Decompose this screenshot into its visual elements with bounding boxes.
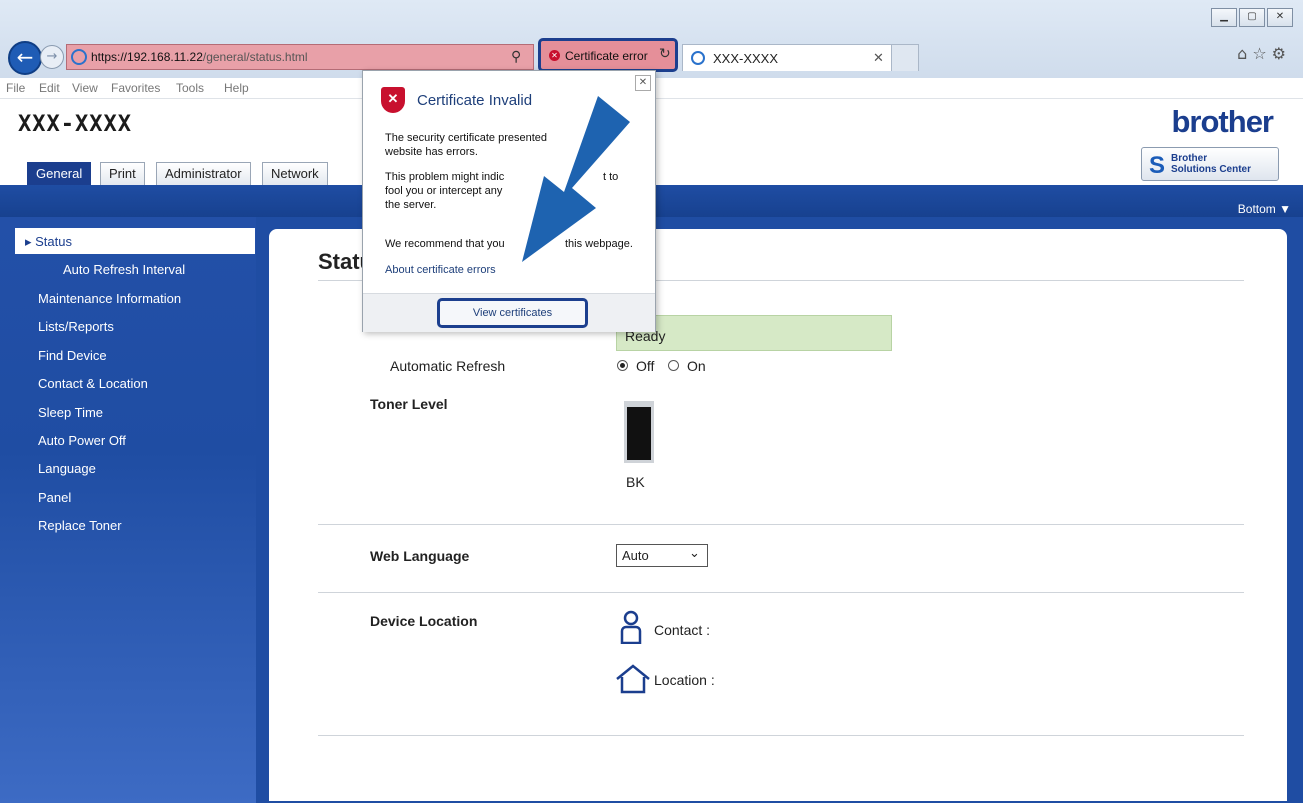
- sidebar-item-panel[interactable]: Panel: [38, 490, 71, 505]
- menu-view[interactable]: View: [72, 81, 98, 95]
- popup-text-line: This problem might indic: [385, 171, 505, 183]
- popup-text-line: website has errors.: [385, 146, 478, 158]
- url-host: https://192.168.11.22: [91, 50, 203, 64]
- menu-file[interactable]: File: [6, 81, 25, 95]
- sidebar-item-maintenance-information[interactable]: Maintenance Information: [38, 291, 181, 306]
- device-location-label: Device Location: [370, 613, 478, 629]
- sidebar-item-label: ▸ Status: [25, 234, 72, 249]
- popup-text-line: We recommend that you: [385, 238, 505, 250]
- popup-text-line: fool you or intercept any: [385, 185, 503, 197]
- new-tab-button[interactable]: [891, 44, 919, 71]
- tab-administrator[interactable]: Administrator: [156, 162, 251, 185]
- tab-close-icon[interactable]: ✕: [873, 50, 884, 66]
- toolbar-icons: ⌂☆⚙: [1237, 44, 1291, 63]
- home-icon[interactable]: ⌂: [1237, 44, 1252, 63]
- ie-icon: [691, 51, 705, 65]
- tab-general[interactable]: General: [27, 162, 92, 185]
- sidebar-item-language[interactable]: Language: [38, 461, 96, 476]
- close-icon[interactable]: ✕: [1267, 8, 1293, 27]
- solutions-center-button[interactable]: S Brother Solutions Center: [1141, 147, 1279, 181]
- tab-print[interactable]: Print: [100, 162, 145, 185]
- close-icon[interactable]: ✕: [635, 75, 651, 91]
- address-url[interactable]: https://192.168.11.22/general/status.htm…: [91, 50, 308, 64]
- window-controls: ▁ ▢ ✕: [1211, 8, 1293, 27]
- refresh-icon[interactable]: ↻: [659, 46, 671, 62]
- error-icon: ✕: [549, 50, 560, 61]
- radio-on[interactable]: [668, 360, 679, 371]
- contact-label: Contact :: [654, 622, 711, 638]
- radio-off-label: Off: [636, 358, 655, 374]
- view-certificates-label: View certificates: [472, 307, 553, 319]
- bottom-link[interactable]: Bottom ▼: [1238, 202, 1291, 216]
- tab-title: XXX-XXXX: [713, 51, 779, 66]
- sidebar-item-find-device[interactable]: Find Device: [38, 348, 107, 363]
- toner-color-label: BK: [626, 474, 645, 490]
- star-icon[interactable]: ☆: [1252, 44, 1271, 63]
- ie-icon: [71, 49, 87, 65]
- sidebar-item-sleep-time[interactable]: Sleep Time: [38, 405, 103, 420]
- forward-button[interactable]: →: [40, 45, 64, 69]
- sidebar-item-contact-location[interactable]: Contact & Location: [38, 376, 148, 391]
- divider: [318, 735, 1244, 736]
- view-certificates-button[interactable]: View certificates: [437, 298, 588, 328]
- page-title: XXX-XXXX: [18, 112, 132, 137]
- gear-icon[interactable]: ⚙: [1272, 44, 1291, 63]
- toner-level-heading: Toner Level: [370, 396, 448, 412]
- sidebar-item-replace-toner[interactable]: Replace Toner: [38, 518, 122, 533]
- web-language-select[interactable]: Auto ⌄: [616, 544, 708, 567]
- web-language-label: Web Language: [370, 548, 470, 564]
- solutions-line2: Solutions Center: [1171, 164, 1252, 175]
- web-language-value: Auto: [622, 548, 649, 563]
- radio-off[interactable]: [617, 360, 628, 371]
- certificate-error-label: Certificate error: [565, 49, 648, 63]
- menu-help[interactable]: Help: [224, 81, 249, 95]
- certificate-error-button[interactable]: ✕ Certificate error ↻: [538, 38, 678, 72]
- address-bar[interactable]: https://192.168.11.22/general/status.htm…: [66, 44, 534, 70]
- solutions-line1: Brother: [1171, 153, 1208, 164]
- tab-network[interactable]: Network: [262, 162, 328, 185]
- location-label: Location :: [654, 672, 715, 688]
- automatic-refresh-label: Automatic Refresh: [390, 358, 506, 374]
- browser-tab[interactable]: XXX-XXXX ✕: [682, 44, 892, 71]
- chevron-down-icon: ⌄: [689, 546, 700, 561]
- divider: [318, 592, 1244, 593]
- about-certificate-errors-link[interactable]: About certificate errors: [385, 264, 496, 276]
- sidebar-item-auto-power-off[interactable]: Auto Power Off: [38, 433, 126, 448]
- toner-gauge-fill: [627, 407, 651, 460]
- solutions-center-label: Brother Solutions Center: [1171, 153, 1251, 175]
- menu-tools[interactable]: Tools: [176, 81, 204, 95]
- menu-edit[interactable]: Edit: [39, 81, 60, 95]
- annotation-arrow-icon: [522, 96, 630, 262]
- solutions-center-icon: S: [1149, 152, 1166, 179]
- sidebar-item-status[interactable]: ▸ Status: [15, 228, 255, 254]
- device-status-value-box: Ready: [616, 315, 892, 351]
- radio-on-label: On: [687, 358, 706, 374]
- minimize-icon[interactable]: ▁: [1211, 8, 1237, 27]
- popup-text-line: the server.: [385, 199, 437, 211]
- divider: [318, 524, 1244, 525]
- url-path: /general/status.html: [202, 50, 308, 64]
- brand-logo: brother: [1171, 104, 1274, 139]
- popup-title: Certificate Invalid: [417, 92, 533, 109]
- person-icon: [620, 610, 642, 644]
- menu-favorites[interactable]: Favorites: [111, 81, 160, 95]
- back-button[interactable]: ←: [8, 41, 42, 75]
- sidebar-item-lists-reports[interactable]: Lists/Reports: [38, 319, 114, 334]
- sidebar-item-auto-refresh-interval[interactable]: Auto Refresh Interval: [63, 262, 185, 277]
- shield-error-icon: ✕: [381, 87, 405, 113]
- maximize-icon[interactable]: ▢: [1239, 8, 1265, 27]
- house-icon: [616, 664, 650, 694]
- search-icon[interactable]: ⚲: [511, 48, 521, 65]
